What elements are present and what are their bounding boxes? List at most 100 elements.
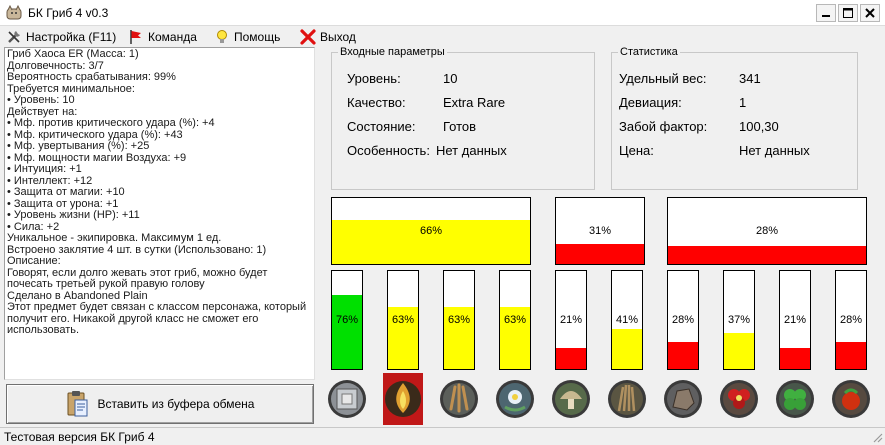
vbar-5: 41% [611,270,643,370]
hbar-label: 28% [755,225,779,237]
info-line: • Мф. увертывания (%): +25 [7,140,150,152]
slot-berry[interactable] [831,373,871,425]
berry-icon [832,380,870,418]
hbar-0: 66% [331,197,531,265]
bundle-icon [608,380,646,418]
menu-help[interactable]: Помощь [212,28,282,45]
hbar-fill [668,245,866,264]
status-text: Тестовая версия БК Гриб 4 [4,430,155,444]
menu-exit[interactable]: Выход [298,28,358,45]
slot-mushroom[interactable] [551,373,591,425]
resize-grip-icon[interactable] [871,431,883,443]
vbar-9: 28% [835,270,867,370]
vbar-1: 63% [387,270,419,370]
info-line: Уникальное - экипировка. Максимум 1 ед. [7,232,222,244]
vbar-fill [612,328,642,369]
lightbulb-icon [217,29,227,43]
slot-rock[interactable] [663,373,703,425]
vbar-fill [332,294,362,369]
metal-box-icon [328,380,366,418]
paste-from-clipboard-button[interactable]: Вставить из буфера обмена [6,384,314,424]
info-line: • Защита от магии: +10 [7,186,125,198]
info-line: Описание: [7,255,61,267]
vbar-7: 37% [723,270,755,370]
vbar-fill [668,341,698,369]
maximize-icon [843,8,853,18]
close-button[interactable] [860,4,880,22]
slot-metal-box[interactable] [327,373,367,425]
menu-team[interactable]: Команда [126,28,199,45]
vbar-2: 63% [443,270,475,370]
vbar-fill [780,348,810,369]
param-value: 10 [443,71,458,86]
param-value: Готов [443,119,477,134]
vbar-label: 28% [671,314,695,326]
vbar-label: 63% [447,314,471,326]
clover-icon [776,380,814,418]
info-line: • Уровень: 10 [7,94,75,106]
menu-settings-label: Настройка (F11) [26,29,117,44]
param-label: Состояние: [347,119,416,134]
info-line: Говорят, если долго жевать этот гриб, мо… [7,266,268,290]
vbar-fill [724,332,754,369]
rock-icon [664,380,702,418]
slot-flame[interactable] [383,373,423,425]
vbar-fill [556,348,586,369]
item-info-text[interactable]: Гриб Хаоса ER (Масса: 1) Долговечность: … [4,47,315,380]
menu-help-label: Помощь [234,29,281,44]
hbar-label: 66% [419,225,443,237]
vbar-label: 21% [783,314,807,326]
menu-settings[interactable]: Настройка (F11) [4,28,118,45]
minimize-icon [822,15,830,17]
vbar-label: 76% [335,314,359,326]
stat-label: Цена: [619,143,654,158]
slot-claw[interactable] [439,373,479,425]
exit-x-icon [300,28,316,45]
info-line: • Интуиция: +1 [7,163,82,175]
info-line: Вероятность срабатывания: 99% [7,71,176,83]
param-label: Уровень: [347,71,401,86]
stat-value: 100,30 [739,119,779,134]
stat-label: Удельный вес: [619,71,707,86]
param-value: Нет данных [436,143,507,158]
slot-flower[interactable] [495,373,535,425]
vbar-label: 37% [727,314,751,326]
info-line: Гриб Хаоса ER (Масса: 1) [7,48,139,60]
param-label: Качество: [347,95,406,110]
mushroom-icon [552,380,590,418]
vbar-label: 21% [559,314,583,326]
status-bar: Тестовая версия БК Гриб 4 [0,427,885,445]
stat-value: 341 [739,71,761,86]
info-line: • Мф. против критического удара (%): +4 [7,117,215,129]
param-value: Extra Rare [443,95,506,110]
statistics-group: Статистика Удельный вес: 341 Девиация: 1… [611,46,858,190]
window-title: БК Гриб 4 v0.3 [28,6,109,20]
vbar-fill [836,341,866,369]
param-label: Особенность: [347,143,430,158]
close-icon [865,8,875,18]
menu-bar: Настройка (F11) Команда Помощь Выход [0,26,885,46]
vbar-3: 63% [499,270,531,370]
paste-button-label: Вставить из буфера обмена [97,397,255,411]
clipboard-icon [67,391,88,417]
flame-icon [383,373,423,425]
title-bar: БК Гриб 4 v0.3 [0,0,885,26]
info-line: Этот предмет будет связан с классом перс… [7,301,307,336]
hbar-1: 31% [555,197,645,265]
minimize-button[interactable] [816,4,836,22]
stat-value: 1 [739,95,747,110]
claw-icon [440,380,478,418]
vbar-label: 41% [615,314,639,326]
hbar-label: 31% [588,225,612,237]
info-line: • Уровень жизни (HP): +11 [7,209,140,221]
flower-icon [496,380,534,418]
slot-red-flower[interactable] [719,373,759,425]
slot-clover[interactable] [775,373,815,425]
input-params-legend: Входные параметры [338,46,447,58]
slot-bundle[interactable] [607,373,647,425]
input-params-group: Входные параметры Уровень: 10 Качество: … [331,46,595,190]
stat-label: Девиация: [619,95,682,110]
maximize-button[interactable] [838,4,858,22]
app-cat-icon [6,5,22,20]
stat-value: Нет данных [739,143,810,158]
